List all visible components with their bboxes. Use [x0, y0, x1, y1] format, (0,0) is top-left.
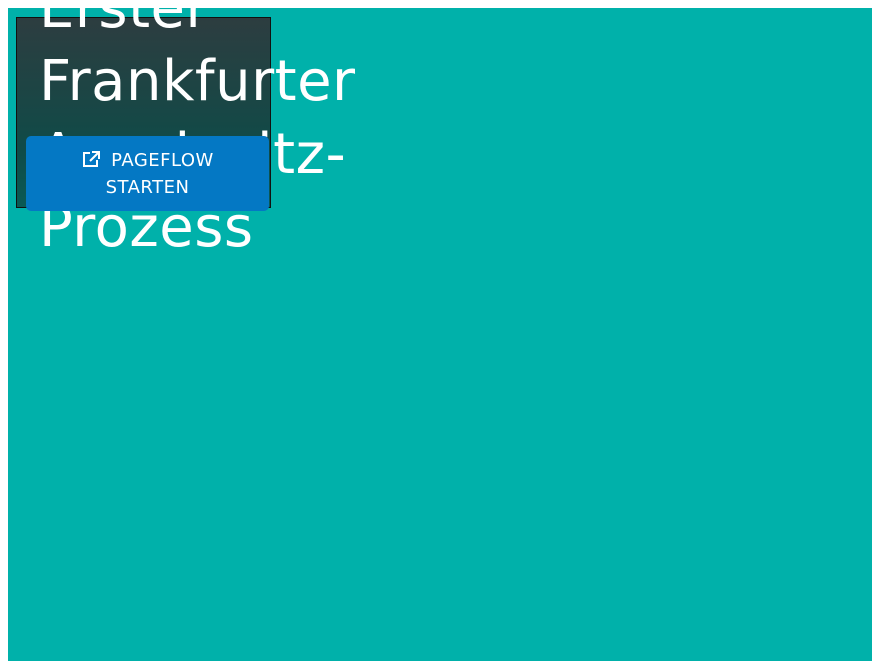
start-pageflow-label: PAGEFLOW STARTEN	[105, 150, 214, 198]
start-pageflow-button[interactable]: PAGEFLOW STARTEN	[26, 136, 269, 211]
page-canvas: Erster Frankfurter Auschwitz-Prozess PAG…	[8, 8, 872, 661]
pageflow-teaser-card[interactable]: Erster Frankfurter Auschwitz-Prozess PAG…	[16, 8, 355, 260]
external-link-icon	[81, 150, 101, 175]
